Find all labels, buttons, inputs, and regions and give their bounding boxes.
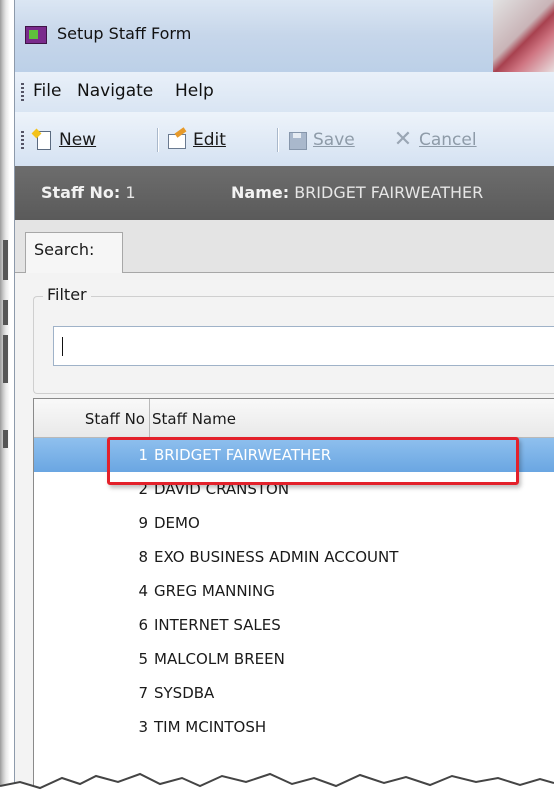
cell-staff-no: 9 xyxy=(138,514,148,532)
title-bar-decoration xyxy=(493,0,554,72)
cell-staff-name: TIM MCINTOSH xyxy=(154,718,267,736)
name-value: BRIDGET FAIRWEATHER xyxy=(294,183,484,202)
tab-strip: Search: xyxy=(15,220,554,273)
cancel-button-label: Cancel xyxy=(419,130,477,150)
cell-staff-no: 4 xyxy=(138,582,148,600)
window-title: Setup Staff Form xyxy=(57,24,192,43)
table-row[interactable]: 8 EXO BUSINESS ADMIN ACCOUNT xyxy=(34,540,554,574)
table-row[interactable]: 3 TIM MCINTOSH xyxy=(34,710,554,744)
menu-help[interactable]: Help xyxy=(175,81,214,101)
annotation-highlight-box xyxy=(107,437,519,485)
cell-staff-name: SYSDBA xyxy=(154,684,215,702)
toolbar: New Edit Save ✕ Cancel xyxy=(15,112,554,167)
app-form-icon xyxy=(25,26,47,44)
tab-search[interactable]: Search: xyxy=(25,232,123,273)
cell-staff-no: 5 xyxy=(138,650,148,668)
toolbar-separator xyxy=(157,128,159,152)
cancel-x-icon: ✕ xyxy=(393,127,413,152)
cell-staff-name: GREG MANNING xyxy=(154,582,275,600)
save-disk-icon xyxy=(287,130,307,150)
new-document-icon xyxy=(33,130,53,150)
cell-staff-no: 7 xyxy=(138,684,148,702)
title-bar[interactable]: Setup Staff Form xyxy=(15,0,554,72)
cell-staff-no: 3 xyxy=(138,718,148,736)
new-button[interactable]: New xyxy=(33,128,96,152)
save-button-label: Save xyxy=(313,130,355,150)
table-row[interactable]: 4 GREG MANNING xyxy=(34,574,554,608)
setup-staff-window: Setup Staff Form File Navigate Help New … xyxy=(14,0,554,801)
torn-left-edge xyxy=(0,0,10,801)
cell-staff-name: INTERNET SALES xyxy=(154,616,281,634)
menu-navigate[interactable]: Navigate xyxy=(77,81,153,101)
table-row[interactable]: 6 INTERNET SALES xyxy=(34,608,554,642)
cell-staff-name: EXO BUSINESS ADMIN ACCOUNT xyxy=(154,548,399,566)
cell-staff-no: 6 xyxy=(138,616,148,634)
table-row[interactable]: 5 MALCOLM BREEN xyxy=(34,642,554,676)
header-staff-no: Staff No: 1 xyxy=(41,183,136,202)
grid-header: Staff No Staff Name xyxy=(34,399,554,438)
torn-bottom-edge xyxy=(0,772,554,801)
table-row[interactable]: 7 SYSDBA xyxy=(34,676,554,710)
cancel-button[interactable]: ✕ Cancel xyxy=(393,128,477,152)
staff-no-value: 1 xyxy=(125,183,136,202)
name-key: Name: xyxy=(231,183,290,202)
new-button-label: New xyxy=(59,130,97,150)
column-header-staff-no[interactable]: Staff No xyxy=(34,399,150,437)
toolbar-grip-icon xyxy=(21,131,24,149)
toolbar-separator xyxy=(277,128,279,152)
menu-bar: File Navigate Help xyxy=(15,72,554,112)
header-name: Name: BRIDGET FAIRWEATHER xyxy=(231,183,483,202)
filter-legend: Filter xyxy=(43,285,91,304)
text-caret xyxy=(62,337,63,356)
column-header-staff-name[interactable]: Staff Name xyxy=(152,410,236,428)
record-header: Staff No: 1 Name: BRIDGET FAIRWEATHER xyxy=(15,166,554,220)
edit-button-label: Edit xyxy=(193,130,226,150)
cell-staff-name: MALCOLM BREEN xyxy=(154,650,285,668)
menu-file[interactable]: File xyxy=(33,81,61,101)
edit-icon xyxy=(167,130,187,150)
filter-input[interactable] xyxy=(53,326,554,366)
save-button[interactable]: Save xyxy=(287,128,355,152)
cell-staff-name: DEMO xyxy=(154,514,200,532)
cell-staff-no: 8 xyxy=(138,548,148,566)
staff-no-key: Staff No: xyxy=(41,183,121,202)
edit-button[interactable]: Edit xyxy=(167,128,226,152)
table-row[interactable]: 9 DEMO xyxy=(34,506,554,540)
menu-grip-icon xyxy=(21,83,24,101)
